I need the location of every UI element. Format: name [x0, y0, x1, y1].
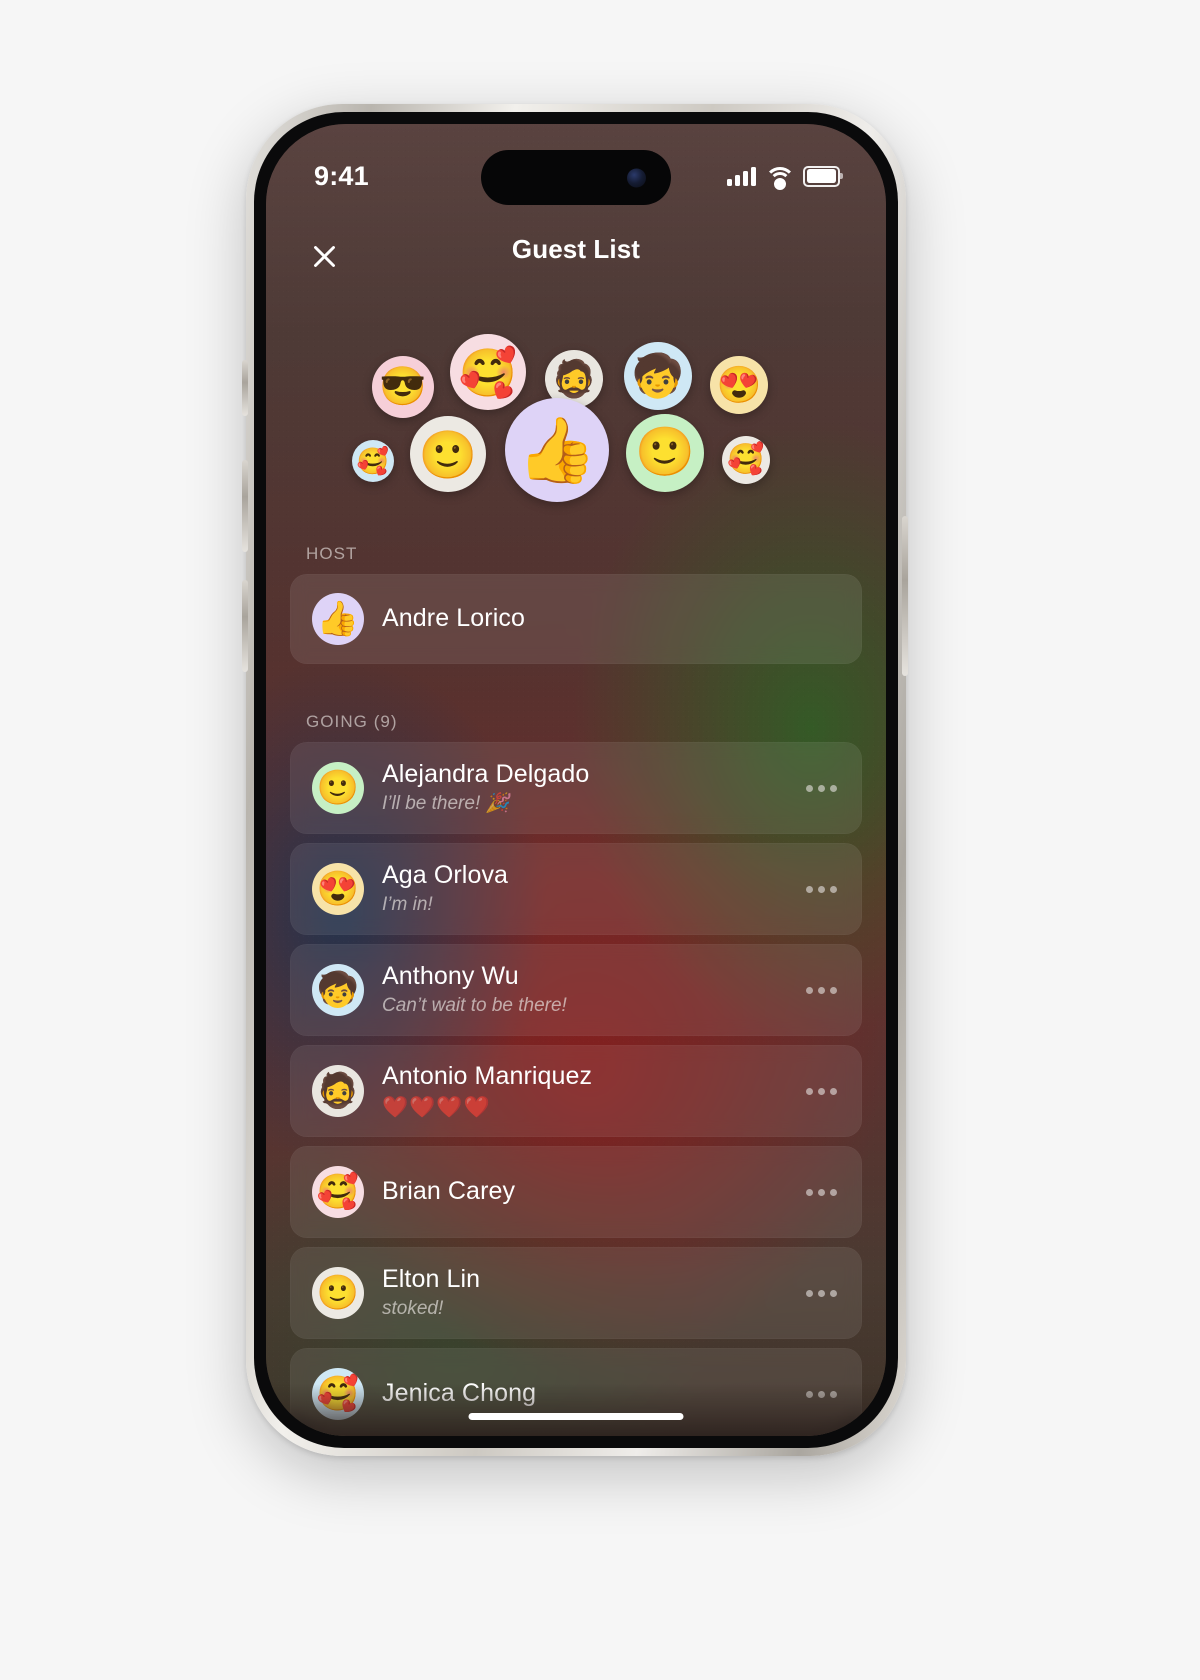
power-button[interactable]	[902, 516, 908, 676]
row-text: Elton Lin stoked!	[382, 1265, 792, 1320]
guest-name: Aga Orlova	[382, 861, 509, 890]
cellular-signal-icon	[727, 166, 756, 186]
guest-row[interactable]: 😍 Aga Orlova I’m in!	[290, 843, 862, 935]
guest-name: Andre Lorico	[382, 604, 525, 633]
memoji-glyph: 😎	[379, 366, 427, 408]
row-text: Andre Lorico	[382, 604, 862, 634]
guest-name: Jenica Chong	[382, 1379, 537, 1408]
guest-name: Elton Lin	[382, 1265, 481, 1294]
cluster-avatar[interactable]: 🥰	[450, 334, 526, 410]
avatar: 🥰	[312, 1166, 364, 1218]
avatar: 🙂	[312, 762, 364, 814]
row-text: Alejandra Delgado I’ll be there! 🎉	[382, 760, 792, 815]
memoji-glyph: 🥰	[356, 446, 390, 476]
guest-rsvp-note: I’m in!	[382, 893, 433, 915]
section-header-going: GOING (9)	[306, 712, 398, 731]
cluster-avatar[interactable]: 🥰	[722, 436, 770, 484]
memoji-glyph: 🥰	[727, 443, 765, 476]
memoji-glyph: 🧔	[316, 1072, 360, 1110]
phone-screen: 9:41 Guest List 😎 🥰 🧔 🧒 😍 🥰 🙂 👍 🙂 🥰 HOST	[266, 124, 886, 1436]
cluster-avatar[interactable]: 👍	[505, 398, 609, 502]
guest-rsvp-note: ❤️❤️❤️❤️	[382, 1095, 491, 1119]
cluster-avatar[interactable]: 😎	[372, 356, 434, 418]
guest-list-scroll[interactable]: HOST 👍 Andre Lorico GOING (9) 🙂 Alejandra …	[266, 544, 886, 1436]
guest-rsvp-note: I’ll be there! 🎉	[382, 792, 510, 814]
section-header-host: HOST	[306, 544, 358, 563]
going-section: 🙂 Alejandra Delgado I’ll be there! 🎉 😍 Aga O…	[266, 742, 886, 1436]
volume-up-button[interactable]	[242, 460, 248, 552]
guest-rsvp-note: Can’t wait to be there!	[382, 994, 567, 1016]
home-indicator[interactable]	[468, 1413, 684, 1420]
row-text: Anthony Wu Can’t wait to be there!	[382, 962, 792, 1017]
memoji-glyph: 🙂	[418, 427, 478, 481]
ellipsis-icon[interactable]	[792, 1264, 850, 1322]
guest-row[interactable]: 🥰 Jenica Chong	[290, 1348, 862, 1436]
avatar: 😍	[312, 863, 364, 915]
volume-down-button[interactable]	[242, 580, 248, 672]
wifi-icon	[764, 166, 795, 190]
status-time: 9:41	[314, 160, 369, 191]
ellipsis-icon[interactable]	[792, 759, 850, 817]
memoji-glyph: 😍	[316, 870, 360, 908]
avatar: 🧒	[312, 964, 364, 1016]
front-camera-icon	[627, 168, 646, 187]
ellipsis-icon[interactable]	[792, 961, 850, 1019]
memoji-glyph: 👍	[517, 414, 597, 486]
memoji-glyph: 🧔	[551, 358, 597, 399]
row-text: Brian Carey	[382, 1177, 792, 1207]
cluster-avatar[interactable]: 🙂	[410, 416, 486, 492]
memoji-glyph: 🙂	[316, 1274, 360, 1312]
guest-rsvp-note: stoked!	[382, 1297, 444, 1319]
ellipsis-icon[interactable]	[792, 860, 850, 918]
guest-name: Brian Carey	[382, 1177, 516, 1206]
cluster-avatar[interactable]: 🧒	[624, 342, 692, 410]
avatar-cluster: 😎 🥰 🧔 🧒 😍 🥰 🙂 👍 🙂 🥰	[266, 320, 886, 532]
memoji-glyph: 🧒	[316, 971, 360, 1009]
avatar: 🧔	[312, 1065, 364, 1117]
memoji-glyph: 😍	[716, 364, 762, 405]
navigation-bar: Guest List	[266, 220, 886, 294]
memoji-glyph: 🙂	[635, 426, 695, 479]
guest-name: Antonio Manriquez	[382, 1062, 593, 1091]
avatar: 🙂	[312, 1267, 364, 1319]
row-text: Jenica Chong	[382, 1379, 792, 1409]
battery-icon	[803, 165, 843, 187]
guest-row[interactable]: 🙂 Alejandra Delgado I’ll be there! 🎉	[290, 742, 862, 834]
guest-row[interactable]: 🧔 Antonio Manriquez ❤️❤️❤️❤️	[290, 1045, 862, 1137]
guest-name: Alejandra Delgado	[382, 760, 590, 789]
ellipsis-icon[interactable]	[792, 1365, 850, 1423]
memoji-glyph: 🧒	[631, 352, 685, 399]
dynamic-island	[481, 150, 671, 205]
cluster-avatar[interactable]: 🥰	[352, 440, 394, 482]
avatar: 🥰	[312, 1368, 364, 1420]
ellipsis-icon[interactable]	[792, 1062, 850, 1120]
avatar: 👍	[312, 593, 364, 645]
silent-switch[interactable]	[242, 360, 248, 416]
host-section: 👍 Andre Lorico	[266, 574, 886, 664]
memoji-glyph: 🥰	[316, 1375, 360, 1413]
cluster-avatar[interactable]: 🙂	[626, 414, 704, 492]
host-row[interactable]: 👍 Andre Lorico	[290, 574, 862, 664]
page-title: Guest List	[511, 234, 641, 264]
row-text: Antonio Manriquez ❤️❤️❤️❤️	[382, 1062, 792, 1120]
memoji-glyph: 🙂	[316, 769, 360, 807]
screenshot-root: 9:41 Guest List 😎 🥰 🧔 🧒 😍 🥰 🙂 👍 🙂 🥰 HOST	[0, 0, 1200, 1680]
guest-row[interactable]: 🙂 Elton Lin stoked!	[290, 1247, 862, 1339]
guest-name: Anthony Wu	[382, 962, 519, 991]
cluster-avatar[interactable]: 😍	[710, 356, 768, 414]
memoji-glyph: 🥰	[458, 345, 518, 399]
ellipsis-icon[interactable]	[792, 1163, 850, 1221]
memoji-glyph: 🥰	[316, 1173, 360, 1211]
guest-row[interactable]: 🥰 Brian Carey	[290, 1146, 862, 1238]
memoji-glyph: 👍	[316, 600, 360, 638]
status-indicators	[727, 148, 843, 190]
row-text: Aga Orlova I’m in!	[382, 861, 792, 916]
guest-row[interactable]: 🧒 Anthony Wu Can’t wait to be there!	[290, 944, 862, 1036]
